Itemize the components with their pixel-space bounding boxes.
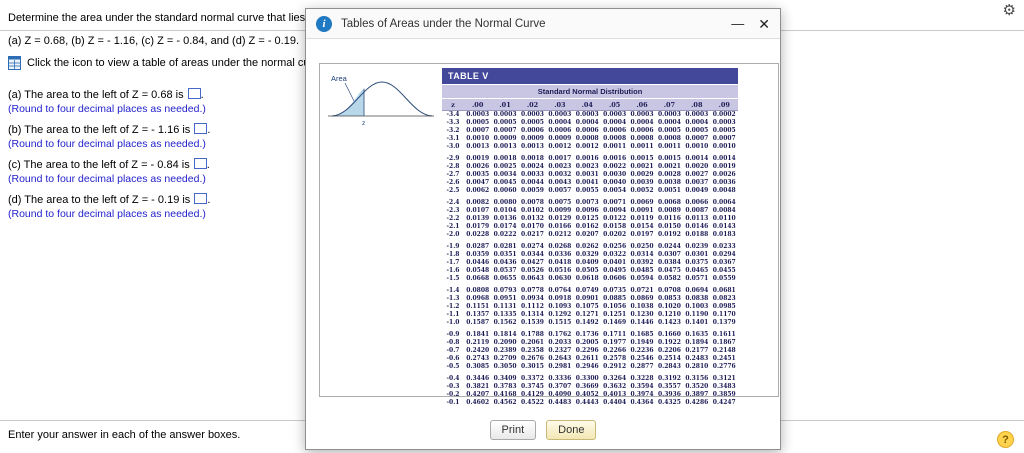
part-d-hint: (Round to four decimal places as needed.… <box>8 208 206 220</box>
ztable-col-header: .07 <box>655 98 684 111</box>
ztable-row: -0.8 0.2119 0.2090 0.2061 0.2033 0.2005 0.1977… <box>446 339 736 346</box>
ztable-row: -2.1 0.0179 0.0174 0.0170 0.0166 0.0162 0.0158… <box>446 223 736 230</box>
ztable-row: -1.5 0.0668 0.0655 0.0643 0.0630 0.0618 0.0606… <box>446 275 736 282</box>
close-icon[interactable]: ✕ <box>758 17 770 31</box>
dialog-footer: Print Done <box>306 420 780 440</box>
part-a-hint: (Round to four decimal places as needed.… <box>8 103 206 115</box>
ztable-row: -2.6 0.0047 0.0045 0.0044 0.0043 0.0041 0.0040… <box>446 179 736 186</box>
ztable-row: -0.6 0.2743 0.2709 0.2676 0.2643 0.2611 0.2578… <box>446 355 736 362</box>
question-text-line2: (a) Z = 0.68, (b) Z = - 1.16, (c) Z = - … <box>8 35 300 47</box>
part-b-hint: (Round to four decimal places as needed.… <box>8 138 206 150</box>
ztable-row: -0.7 0.2420 0.2389 0.2358 0.2327 0.2296 0.2266… <box>446 347 736 354</box>
ztable-row: -3.1 0.0010 0.0009 0.0009 0.0009 0.0008 0.0008… <box>446 135 736 142</box>
figure-axis-label: z <box>362 120 365 127</box>
ztable-row: -1.9 0.0287 0.0281 0.0274 0.0268 0.0262 0.0256… <box>446 243 736 250</box>
ztable-header-row: z .00.01.02.03.04.05.06.07.08.09 <box>442 98 738 111</box>
part-d: (d) The area to the left of Z = - 0.19 i… <box>8 193 210 220</box>
ztable: TABLE V Standard Normal Distribution z .0… <box>442 68 738 407</box>
ztable-row: -2.4 0.0082 0.0080 0.0078 0.0075 0.0073 0.0071… <box>446 199 736 206</box>
part-c-label: (c) The area to the left of Z = - 0.84 i… <box>8 159 190 171</box>
answer-input-d[interactable] <box>194 193 208 204</box>
info-icon: i <box>316 15 332 32</box>
table-panel: Area z TABLE V Standard Normal Distribut… <box>319 63 779 406</box>
help-button[interactable]: ? <box>997 431 1014 448</box>
ztable-row: -1.6 0.0548 0.0537 0.0526 0.0516 0.0505 0.0495… <box>446 267 736 274</box>
ztable-row: -2.9 0.0019 0.0018 0.0018 0.0017 0.0016 0.0016… <box>446 155 736 162</box>
shaded-left-tail <box>332 88 364 116</box>
table-dialog: i Tables of Areas under the Normal Curve… <box>305 8 781 450</box>
minimize-button[interactable]: — <box>731 17 744 30</box>
ztable-row: -1.8 0.0359 0.0351 0.0344 0.0336 0.0329 0.0322… <box>446 251 736 258</box>
part-c-suffix: . <box>206 159 210 171</box>
ztable-row: -0.5 0.3085 0.3050 0.3015 0.2981 0.2946 0.2912… <box>446 363 736 370</box>
ztable-row: -2.8 0.0026 0.0025 0.0024 0.0023 0.0023 0.0022… <box>446 163 736 170</box>
settings-gear-icon[interactable]: ⚙ <box>1003 1 1016 19</box>
ztable-col-header: .05 <box>600 98 629 111</box>
part-c-hint: (Round to four decimal places as needed.… <box>8 173 206 185</box>
ztable-row: -2.5 0.0062 0.0060 0.0059 0.0057 0.0055 0.0054… <box>446 187 736 194</box>
answer-input-b[interactable] <box>194 123 208 134</box>
area-leader-line <box>344 82 355 102</box>
ztable-row: -1.0 0.1587 0.1562 0.1539 0.1515 0.1492 0.1469… <box>446 319 736 326</box>
ztable-subtitle: Standard Normal Distribution <box>442 84 738 98</box>
dialog-title: Tables of Areas under the Normal Curve <box>341 17 546 30</box>
ztable-row: -1.3 0.0968 0.0951 0.0934 0.0918 0.0901 0.0885… <box>446 295 736 302</box>
part-a: (a) The area to the left of Z = 0.68 is.… <box>8 88 206 115</box>
ztable-row: -1.2 0.1151 0.1131 0.1112 0.1093 0.1075 0.1056… <box>446 303 736 310</box>
ztable-row: -1.1 0.1357 0.1335 0.1314 0.1292 0.1271 0.1251… <box>446 311 736 318</box>
ztable-col-header: .01 <box>491 98 519 111</box>
part-a-label: (a) The area to the left of Z = 0.68 is <box>8 89 184 101</box>
ztable-row: -0.9 0.1841 0.1814 0.1788 0.1762 0.1736 0.1711… <box>446 331 736 338</box>
ztable-col-header: .02 <box>518 98 547 111</box>
answer-input-a[interactable] <box>187 88 201 99</box>
table-link-row: Click the icon to view a table of areas … <box>8 56 328 70</box>
ztable-row: -0.3 0.3821 0.3783 0.3745 0.3707 0.3669 0.3632… <box>446 383 736 390</box>
ztable-row: -3.3 0.0005 0.0005 0.0005 0.0004 0.0004 0.0004… <box>446 119 736 126</box>
ztable-row: -1.4 0.0808 0.0793 0.0778 0.0764 0.0749 0.0735… <box>446 287 736 294</box>
part-d-label: (d) The area to the left of Z = - 0.19 i… <box>8 194 191 206</box>
footer-instruction: Enter your answer in each of the answer … <box>8 429 241 441</box>
ztable-col-header: .03 <box>546 98 574 111</box>
normal-curve-figure: Area z <box>326 70 438 133</box>
ztable-col-header: .09 <box>710 98 738 111</box>
help-icon: ? <box>1002 433 1009 446</box>
ztable-row: -3.4 0.0003 0.0003 0.0003 0.0003 0.0003 0.0003… <box>446 111 736 118</box>
ztable-title: TABLE V <box>442 68 738 84</box>
part-b: (b) The area to the left of Z = - 1.16 i… <box>8 123 210 150</box>
dialog-titlebar[interactable]: i Tables of Areas under the Normal Curve… <box>306 9 780 39</box>
part-c: (c) The area to the left of Z = - 0.84 i… <box>8 158 210 185</box>
ztable-row: -1.7 0.0446 0.0436 0.0427 0.0418 0.0409 0.0401… <box>446 259 736 266</box>
ztable-row: -2.7 0.0035 0.0034 0.0033 0.0032 0.0031 0.0030… <box>446 171 736 178</box>
page: ⚙ Determine the area under the standard … <box>0 0 1024 453</box>
ztable-col-header: .08 <box>683 98 711 111</box>
table-icon[interactable] <box>8 56 21 70</box>
ztable-row: -2.2 0.0139 0.0136 0.0132 0.0129 0.0125 0.0122… <box>446 215 736 222</box>
print-button[interactable]: Print <box>489 420 537 440</box>
table-link-text: Click the icon to view a table of areas … <box>27 57 328 69</box>
part-b-suffix: . <box>207 124 211 136</box>
figure-area-label: Area <box>331 74 348 83</box>
ztable-body: -3.4 0.0003 0.0003 0.0003 0.0003 0.0003 0.0003… <box>442 111 738 408</box>
ztable-col-header: .04 <box>573 98 601 111</box>
answer-input-c[interactable] <box>193 158 207 169</box>
ztable-col-header: .00 <box>464 98 492 111</box>
ztable-row: -0.4 0.3446 0.3409 0.3372 0.3336 0.3300 0.3264… <box>446 375 736 382</box>
ztable-row: -3.0 0.0013 0.0013 0.0013 0.0012 0.0012 0.0011… <box>446 143 736 150</box>
ztable-row: -3.2 0.0007 0.0007 0.0006 0.0006 0.0006 0.0006… <box>446 127 736 134</box>
part-b-label: (b) The area to the left of Z = - 1.16 i… <box>8 124 191 136</box>
ztable-row: -2.3 0.0107 0.0104 0.0102 0.0099 0.0096 0.0094… <box>446 207 736 214</box>
ztable-row: -0.1 0.4602 0.4562 0.4522 0.4483 0.4443 0.4404… <box>446 399 736 406</box>
done-button[interactable]: Done <box>546 420 597 440</box>
ztable-row: -0.2 0.4207 0.4168 0.4129 0.4090 0.4052 0.4013… <box>446 391 736 398</box>
part-a-suffix: . <box>200 89 204 101</box>
ztable-col-header: .06 <box>628 98 656 111</box>
part-d-suffix: . <box>207 194 211 206</box>
ztable-col-header: z <box>442 98 464 111</box>
ztable-row: -2.0 0.0228 0.0222 0.0217 0.0212 0.0207 0.0202… <box>446 231 736 238</box>
